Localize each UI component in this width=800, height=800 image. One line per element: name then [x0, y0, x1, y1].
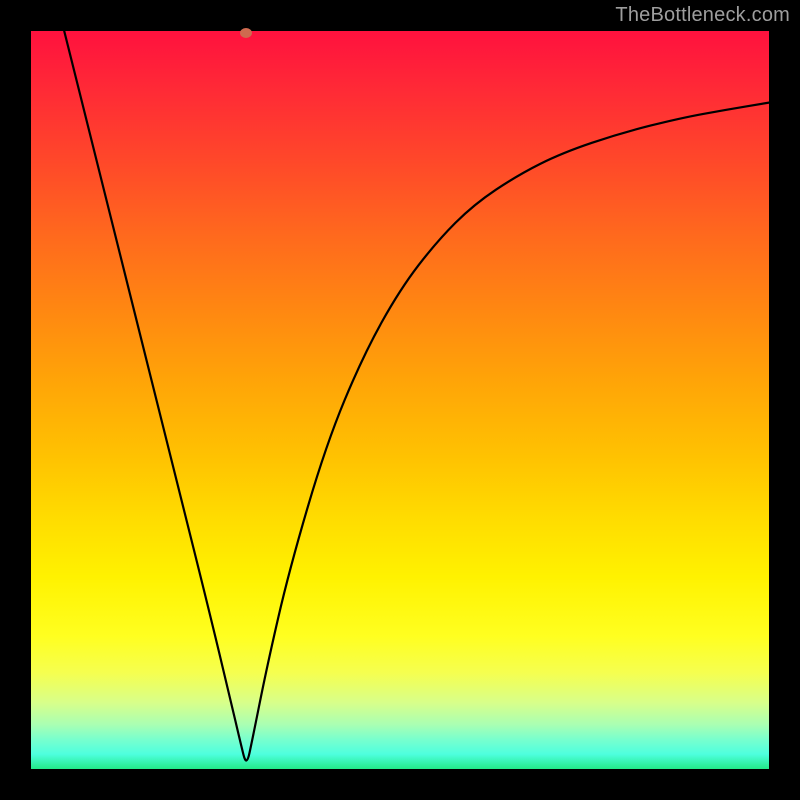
- watermark-text: TheBottleneck.com: [615, 4, 790, 27]
- plot-area: [31, 31, 769, 769]
- chart-frame: TheBottleneck.com: [0, 0, 800, 800]
